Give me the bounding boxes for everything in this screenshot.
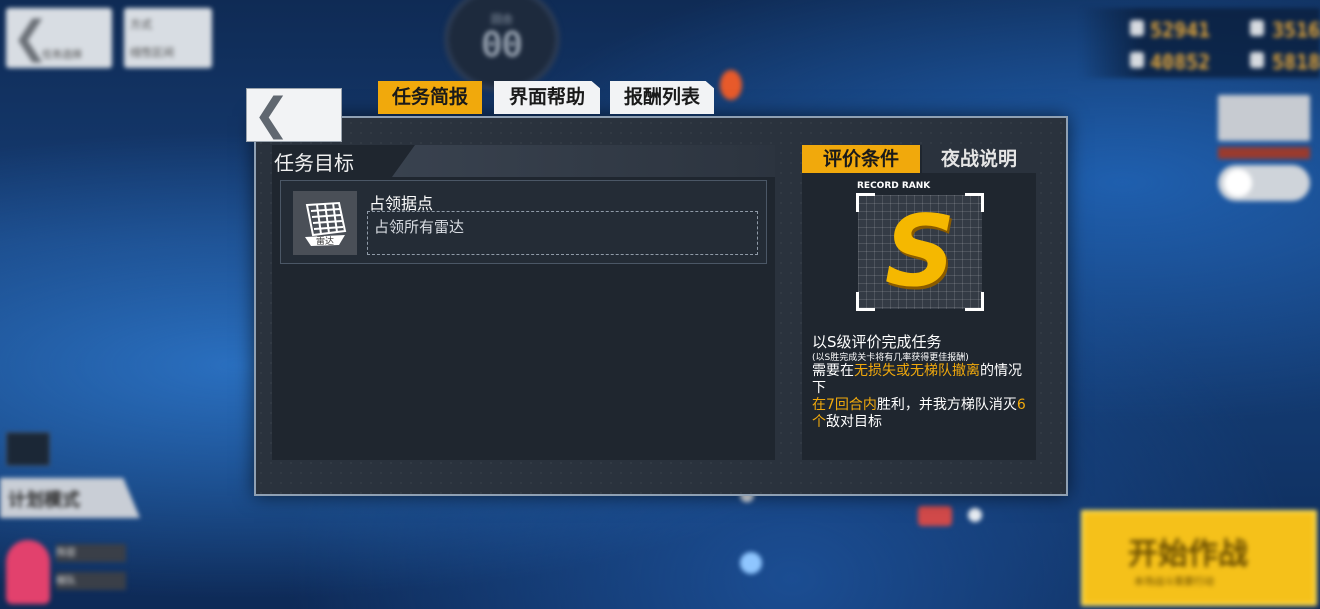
cond-part: 敌对目标 (826, 414, 882, 430)
cond-highlight: 在7回合内 (812, 397, 877, 413)
return-label: 任务选择 (42, 50, 82, 61)
objectives-header: 任务目标 (272, 145, 775, 177)
resource-rations: 40852 (1150, 50, 1211, 74)
objective-description: 占领所有雷达 (374, 218, 465, 236)
squad-info-2: 梯队 (56, 572, 126, 590)
resource-ammo: 35163 (1272, 18, 1320, 42)
map-node (740, 552, 762, 574)
toggle-knob (1224, 169, 1252, 197)
rank-display: S (856, 193, 984, 311)
route-info-button[interactable]: 方式 线性区间 (124, 8, 212, 68)
tab-interface-help[interactable]: 界面帮助 (494, 81, 600, 114)
squad-panel[interactable]: 阵容 梯队 (0, 530, 140, 609)
plan-mode-button[interactable]: 计划模式 (0, 478, 140, 518)
objective-description-box: 占领所有雷达 (367, 211, 758, 255)
cond-part: 需要在 (812, 363, 854, 379)
resource-parts: 58188 (1272, 50, 1320, 74)
support-bar (1218, 147, 1310, 159)
record-rank-label: RECORD RANK (857, 181, 931, 191)
return-button[interactable]: ❮ 任务选择 (6, 8, 112, 68)
map-node (968, 508, 982, 522)
radar-icon: 雷达 (293, 191, 357, 255)
resource-manpower: 52941 (1150, 18, 1211, 42)
rations-icon (1130, 52, 1144, 68)
squad-info-1: 阵容 (56, 544, 126, 562)
close-dialog-button[interactable]: ❮ (246, 88, 342, 142)
tab-night-battle-info[interactable]: 夜战说明 (922, 145, 1036, 173)
route-info-line1: 方式 (130, 18, 152, 31)
objectives-title: 任务目标 (274, 151, 354, 175)
condition-text: 需要在无损失或无梯队撤离的情况下 在7回合内胜利，并我方梯队消灭6个敌对目标 (812, 363, 1032, 431)
support-button[interactable] (1218, 95, 1310, 141)
enemy-unit-marker (918, 506, 952, 526)
radar-icon-caption: 雷达 (316, 235, 334, 247)
parts-icon (1250, 52, 1264, 68)
side-controls (1218, 95, 1310, 211)
objective-item: 雷达 占领据点 占领所有雷达 (280, 180, 767, 264)
start-battle-button[interactable]: 开始作战 本场战斗需要行动 (1081, 510, 1317, 606)
view-toggle-button[interactable] (6, 432, 50, 466)
tab-evaluation-criteria[interactable]: 评价条件 (802, 145, 920, 173)
resource-panel: 52941 35163 40852 58188 (1080, 8, 1320, 78)
rank-letter: S (884, 195, 956, 309)
tab-reward-list[interactable]: 报酬列表 (610, 81, 714, 114)
squad-leader-avatar (6, 540, 50, 604)
mission-objectives-panel: 任务目标 雷达 占领据点 占领所有雷达 (272, 145, 775, 460)
evaluation-panel: 评价条件 夜战说明 RECORD RANK S 以S级评价完成任务 (以S胜完成… (802, 145, 1036, 460)
route-info-line2: 线性区间 (130, 46, 174, 59)
map-node-enemy (720, 70, 742, 100)
manpower-icon (1130, 20, 1144, 36)
cond-highlight: 无损失或无梯队撤离 (854, 363, 980, 379)
start-battle-label: 开始作战 (1128, 537, 1248, 572)
turn-value: 00 (481, 25, 523, 65)
start-battle-sub: 本场战斗需要行动 (1134, 577, 1214, 588)
back-chevron-icon: ❮ (253, 89, 290, 140)
condition-subtitle: (以S胜完成关卡将有几率获得更佳报酬) (812, 353, 969, 363)
header-bar (392, 145, 775, 177)
turn-counter: 回合 00 (444, 0, 560, 92)
tab-mission-briefing[interactable]: 任务简报 (378, 81, 482, 114)
plan-mode-label: 计划模式 (8, 490, 80, 511)
cond-part: 胜利，并我方梯队消灭 (876, 397, 1017, 413)
auto-toggle[interactable] (1218, 165, 1310, 201)
condition-title: 以S级评价完成任务 (812, 333, 942, 351)
ammo-icon (1250, 20, 1264, 36)
